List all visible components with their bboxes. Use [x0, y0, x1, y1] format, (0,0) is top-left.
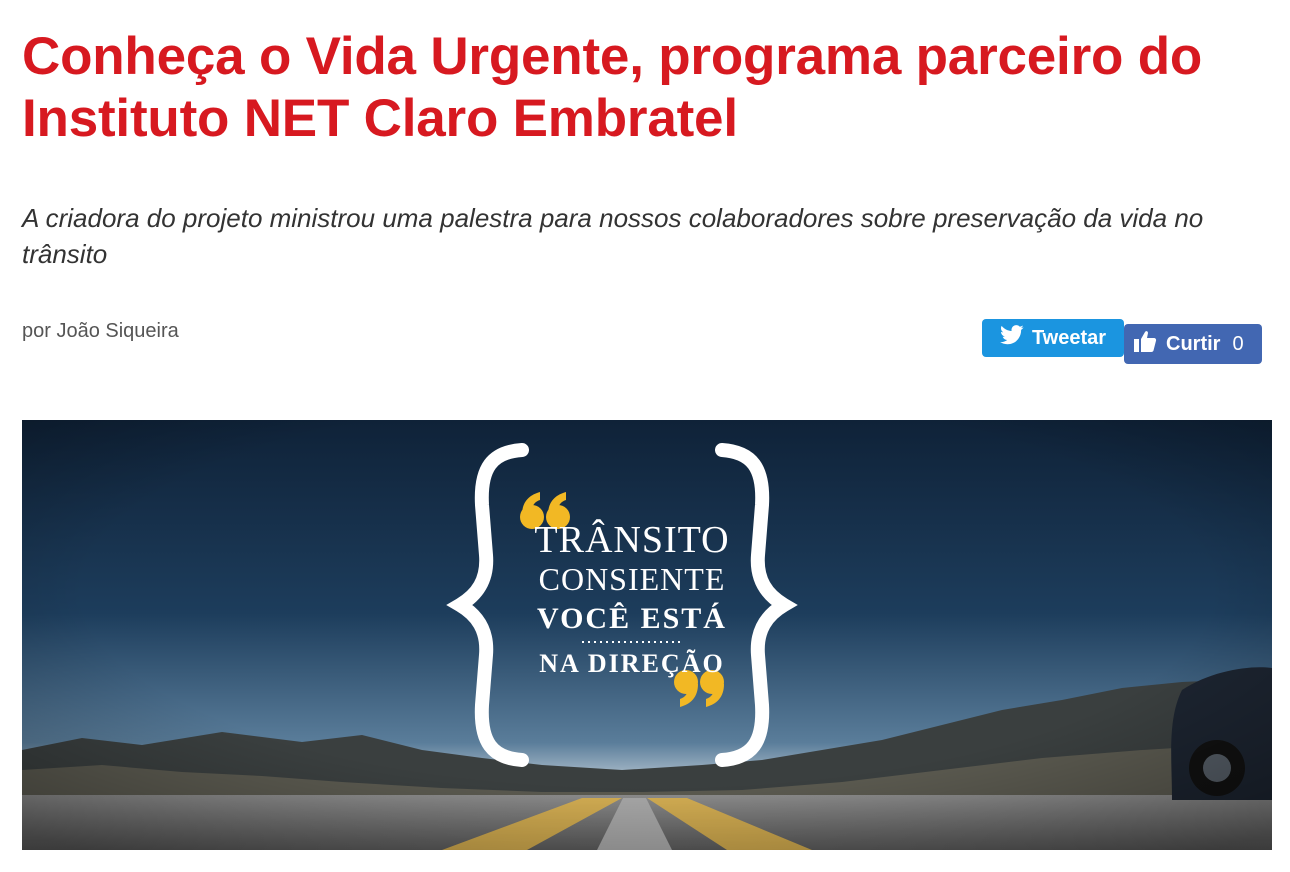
twitter-bird-icon: [999, 325, 1024, 351]
hero-line-2: CONSIENTE: [539, 561, 726, 597]
thumbs-up-icon: [1132, 328, 1158, 360]
article-title: Conheça o Vida Urgente, programa parceir…: [22, 27, 1203, 148]
hero-image: TRÂNSITO CONSIENTE VOCÊ ESTÁ NA DIREÇÃO: [22, 420, 1272, 850]
like-button[interactable]: Curtir 0: [1124, 324, 1262, 364]
like-count: 0: [1232, 332, 1244, 355]
tweet-label: Tweetar: [1031, 326, 1107, 349]
like-label: Curtir: [1166, 332, 1221, 355]
article-subtitle: A criadora do projeto ministrou uma pale…: [22, 203, 1204, 269]
hero-line-4: NA DIREÇÃO: [539, 649, 724, 678]
tweet-button[interactable]: Tweetar: [982, 319, 1124, 357]
hero-line-1: TRÂNSITO: [534, 519, 729, 561]
hero-line-3: VOCÊ ESTÁ: [537, 602, 727, 635]
article-author: por João Siqueira: [22, 320, 179, 342]
